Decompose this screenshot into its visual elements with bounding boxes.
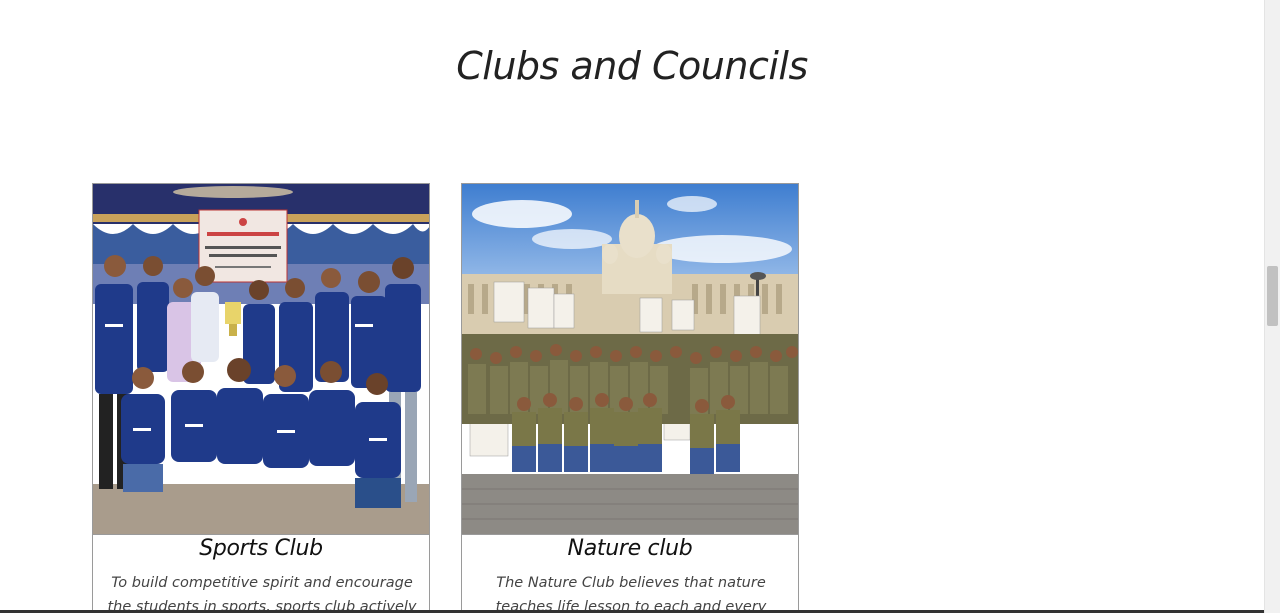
- section-title: Clubs and Councils: [456, 44, 808, 88]
- scrollbar-thumb[interactable]: [1267, 266, 1278, 326]
- club-card-nature[interactable]: Nature club The Nature Club believes tha…: [461, 183, 799, 613]
- sports-club-photo: [93, 184, 429, 535]
- nature-club-photo: [462, 184, 798, 535]
- card-description-sports: To build competitive spirit and encourag…: [107, 575, 417, 613]
- club-card-sports[interactable]: Sports Club To build competitive spirit …: [92, 183, 430, 613]
- vertical-scrollbar[interactable]: [1264, 0, 1280, 613]
- card-title-sports: Sports Club: [199, 536, 323, 561]
- card-description-nature: The Nature Club believes that nature tea…: [495, 575, 767, 613]
- card-title-nature: Nature club: [567, 536, 693, 561]
- page: Clubs and Councils Sports Club To build …: [0, 0, 1264, 613]
